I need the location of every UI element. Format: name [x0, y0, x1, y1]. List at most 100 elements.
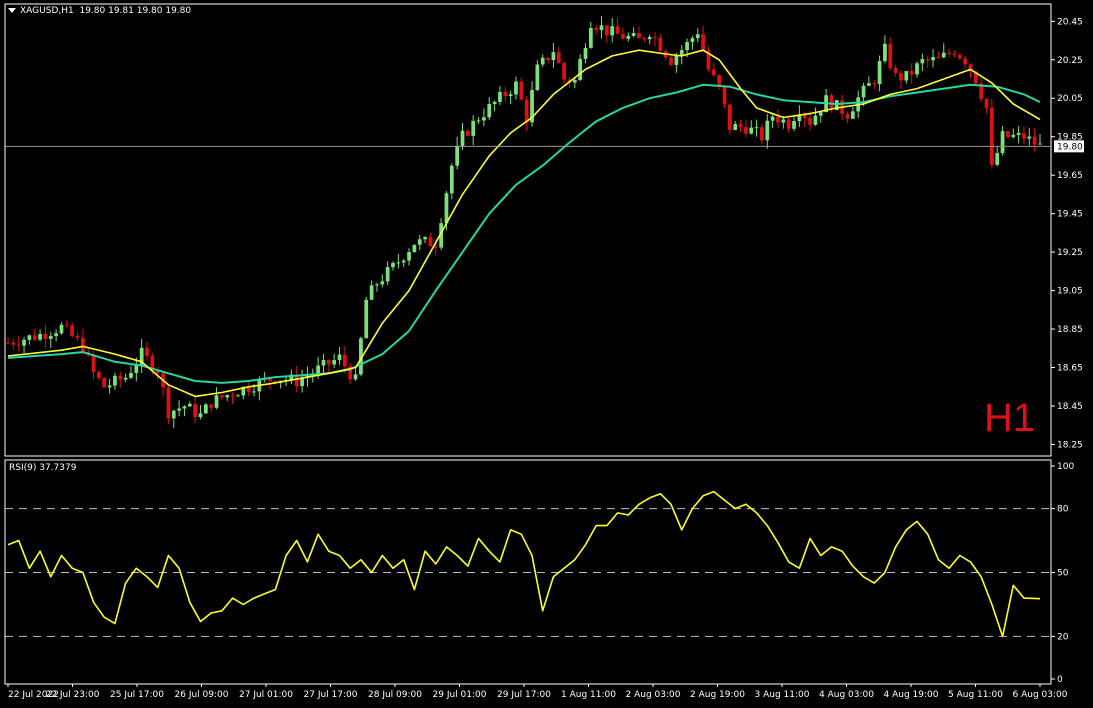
time-axis-label: 2 Aug 03:00	[626, 690, 681, 700]
candle-body	[396, 262, 401, 264]
time-axis-label: 27 Jul 17:00	[304, 690, 358, 700]
candle-body	[717, 75, 722, 86]
candle-body	[503, 92, 508, 96]
candle-body	[744, 127, 748, 134]
candle-body	[936, 57, 941, 59]
candle-body	[514, 81, 518, 95]
candle-body	[193, 403, 198, 418]
candle-body	[883, 43, 887, 62]
candle-body	[482, 117, 486, 121]
candle-body	[412, 244, 417, 253]
candle-body	[444, 193, 449, 224]
time-axis-label: 1 Aug 11:00	[561, 690, 616, 700]
candle-body	[134, 364, 139, 373]
candle-body	[877, 61, 882, 84]
candle-body	[1011, 134, 1016, 137]
candle-body	[225, 395, 230, 398]
time-axis-label: 27 Jul 01:00	[239, 690, 293, 700]
symbol-label: XAGUSD,H1	[20, 6, 74, 16]
candle-body	[423, 237, 427, 240]
candle-body	[631, 33, 636, 36]
candle-body	[300, 378, 304, 387]
candle-body	[770, 116, 775, 121]
candle-body	[546, 57, 550, 61]
candle-body	[252, 391, 256, 393]
dropdown-triangle-icon[interactable]	[8, 8, 16, 13]
candle-body	[995, 153, 1000, 165]
candle-body	[749, 127, 754, 134]
candle-body	[316, 365, 321, 374]
moving-average-fast	[7, 49, 1041, 398]
candle-body	[781, 119, 786, 123]
candle-body	[1027, 136, 1032, 139]
candle-body	[129, 372, 133, 378]
candle-body	[572, 80, 577, 83]
candle-body	[792, 121, 796, 129]
candle-body	[519, 81, 524, 100]
candle-body	[6, 342, 10, 344]
candle-body	[16, 344, 21, 346]
candle-body	[64, 324, 69, 326]
candle-body	[540, 57, 545, 65]
candle-body	[535, 64, 540, 91]
candle-body	[551, 52, 556, 61]
candle-body	[599, 25, 604, 31]
candle-body	[43, 334, 48, 339]
candle-body	[449, 165, 454, 194]
candle-body	[145, 347, 149, 356]
moving-average-slow	[7, 83, 1041, 384]
candle-body	[27, 335, 32, 340]
candle-body	[813, 115, 818, 125]
candle-body	[893, 67, 898, 74]
candle-body	[786, 119, 791, 129]
time-axis-label: 29 Jul 17:00	[497, 690, 551, 700]
rsi-axis-label: 100	[1057, 462, 1074, 472]
main-chart-header: XAGUSD,H1 19.80 19.81 19.80 19.80	[8, 6, 191, 17]
rsi-axis-label: 80	[1057, 505, 1069, 515]
candle-body	[845, 113, 850, 119]
candle-body	[642, 38, 647, 40]
price-axis-label: 19.45	[1057, 210, 1083, 220]
time-axis-label: 4 Aug 19:00	[884, 690, 939, 700]
candle-body	[380, 281, 385, 285]
candle-body	[1022, 132, 1026, 139]
candle-body	[97, 371, 101, 378]
candle-body	[727, 104, 732, 131]
candle-body	[909, 71, 914, 75]
candle-body	[1006, 131, 1010, 137]
candle-body	[1038, 143, 1042, 145]
candle-body	[428, 237, 433, 247]
time-axis-label: 3 Aug 11:00	[755, 690, 810, 700]
candle-body	[685, 42, 689, 51]
candle-body	[476, 120, 481, 122]
candle-body	[738, 124, 743, 128]
candle-body	[626, 35, 631, 39]
candle-body	[1000, 131, 1005, 154]
candle-body	[401, 260, 406, 263]
candle-body	[899, 73, 903, 81]
candle-body	[947, 52, 951, 54]
candle-body	[460, 130, 465, 146]
candle-body	[166, 387, 171, 419]
candle-body	[621, 33, 625, 39]
candle-body	[690, 38, 695, 43]
candle-body	[872, 83, 877, 85]
price-axis-label: 20.45	[1057, 17, 1083, 27]
candle-body	[198, 413, 203, 418]
candle-body	[733, 124, 738, 131]
candle-body	[107, 385, 112, 388]
candle-body	[984, 98, 989, 108]
candle-body	[182, 406, 187, 409]
time-axis-label: 5 Aug 11:00	[948, 690, 1003, 700]
candle-body	[209, 404, 214, 408]
price-axis-label: 19.65	[1057, 171, 1083, 181]
candle-body	[990, 107, 994, 165]
candle-body	[177, 408, 181, 411]
candle-body	[337, 354, 342, 361]
price-axis-label: 19.25	[1057, 248, 1083, 258]
time-axis-label: 25 Jul 17:00	[110, 690, 164, 700]
candle-body	[508, 94, 513, 96]
rsi-axis-label: 0	[1057, 675, 1063, 685]
candle-body	[754, 127, 759, 129]
candle-body	[498, 92, 502, 102]
